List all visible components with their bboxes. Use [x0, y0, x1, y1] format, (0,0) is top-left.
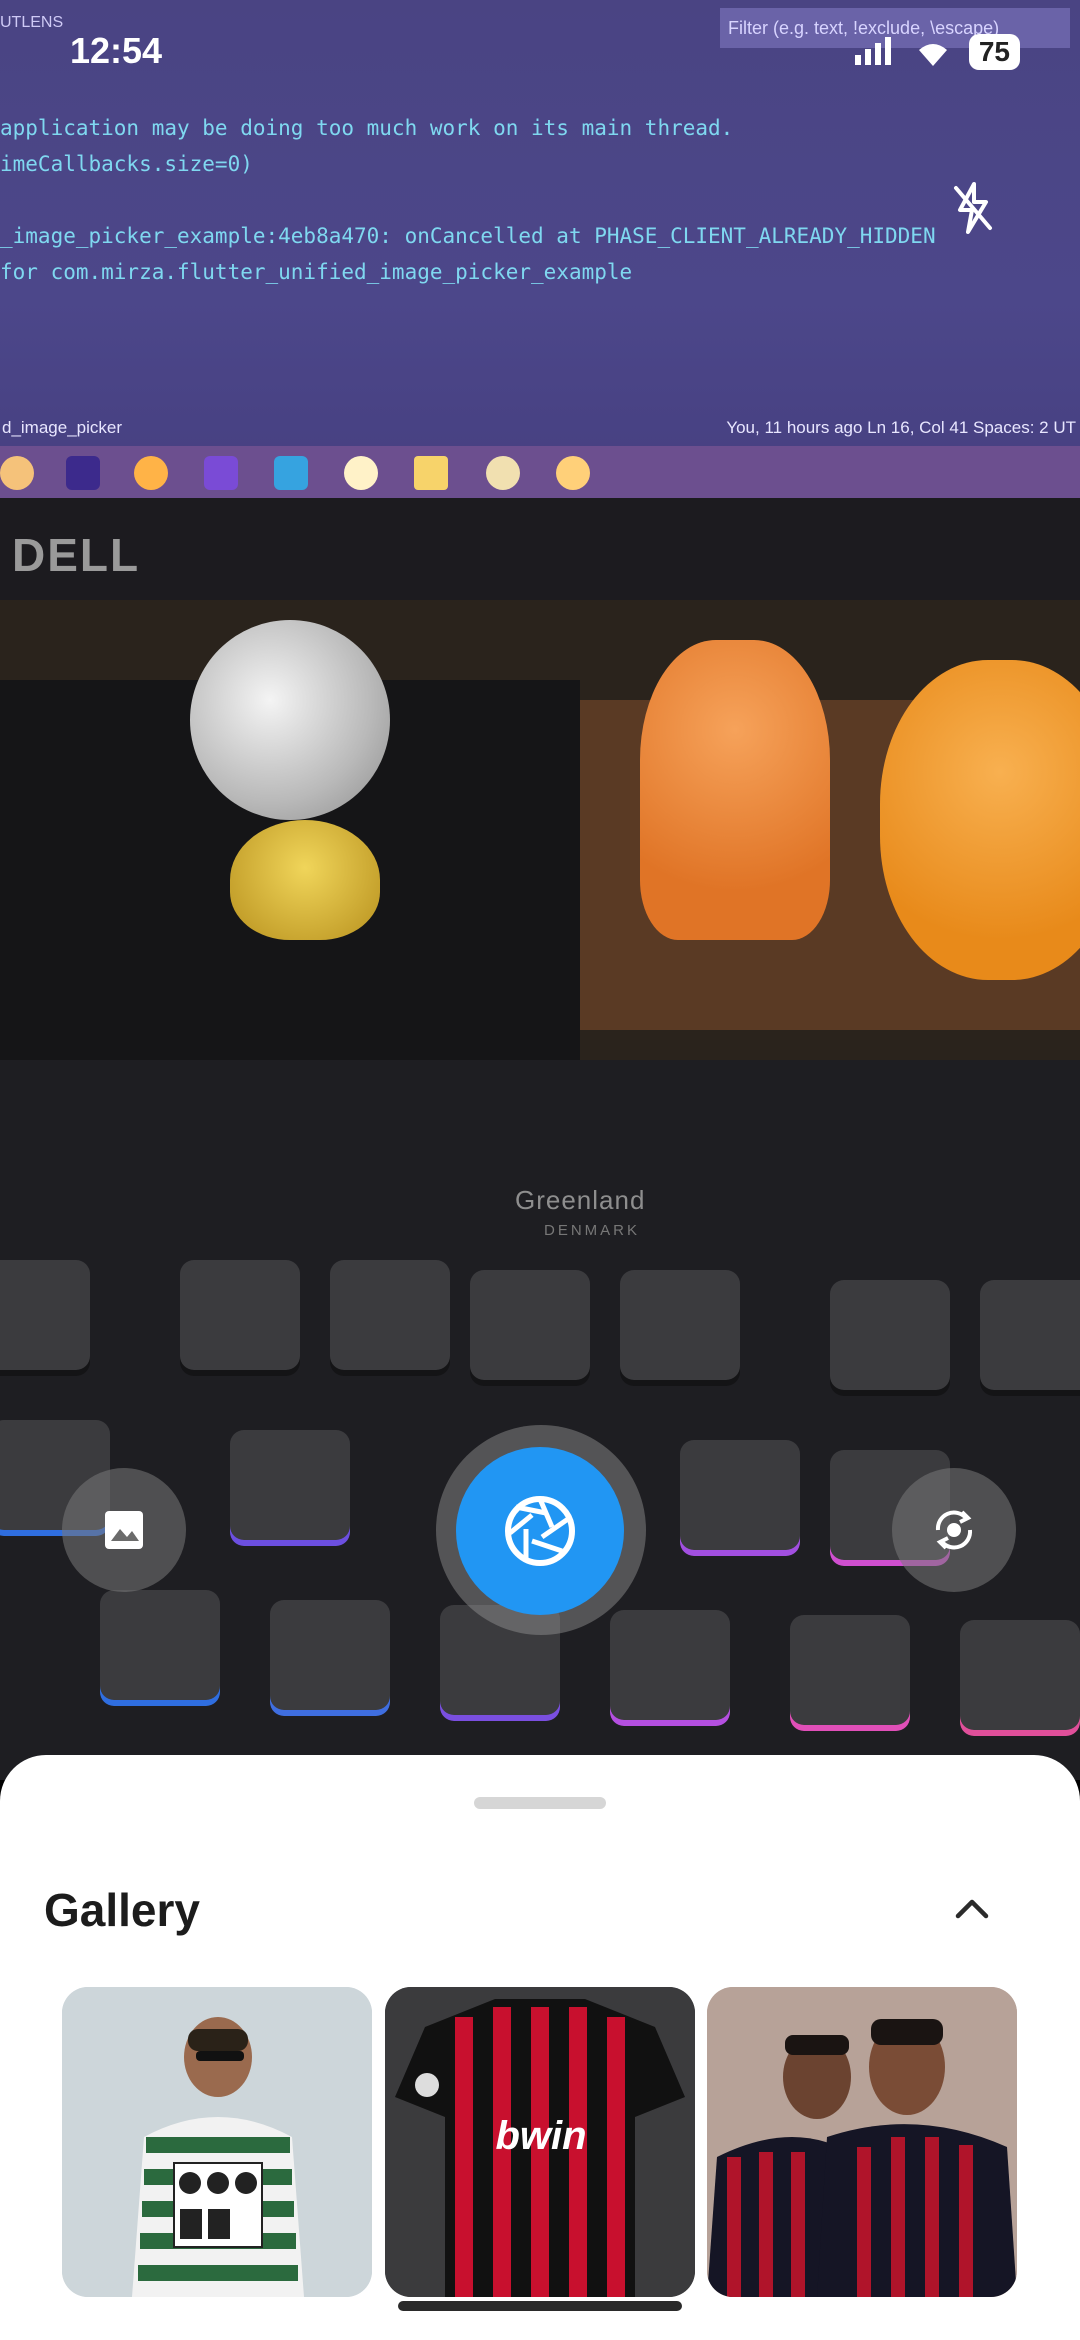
key: [960, 1620, 1080, 1730]
open-gallery-button[interactable]: [62, 1468, 186, 1592]
image-icon: [105, 1511, 143, 1549]
key: [680, 1440, 800, 1550]
gallery-thumbnail[interactable]: [707, 1987, 1017, 2297]
globe-stand: [230, 820, 380, 940]
key: [230, 1430, 350, 1540]
monitor-bezel: DELL: [0, 498, 1080, 608]
code-output: application may be doing too much work o…: [0, 110, 1080, 290]
globe: [190, 620, 390, 820]
flash-toggle-button[interactable]: [948, 182, 998, 234]
gallery-title: Gallery: [44, 1884, 200, 1936]
taskbar-app-icon: [486, 456, 520, 490]
editor-statusline: d_image_picker You, 11 hours ago Ln 16, …: [0, 410, 1080, 446]
tiger-figurine: [640, 640, 830, 940]
key: [270, 1600, 390, 1710]
keyboard: [0, 1060, 1080, 1780]
code-line: for com.mirza.flutter_unified_image_pick…: [0, 260, 633, 284]
taskbar-app-icon: [204, 456, 238, 490]
key: [470, 1270, 590, 1380]
key: [330, 1260, 450, 1370]
taskbar-app-icon: [66, 456, 100, 490]
code-line: application may be doing too much work o…: [0, 116, 734, 140]
key: [980, 1280, 1080, 1390]
sheet-drag-handle[interactable]: [474, 1797, 606, 1809]
camera-switch-icon: [935, 1510, 973, 1550]
monitor-brand: DELL: [12, 529, 141, 581]
statusline-right: You, 11 hours ago Ln 16, Col 41 Spaces: …: [726, 418, 1076, 437]
taskbar-app-icon: [556, 456, 590, 490]
photo-two-friends-selfie: [707, 1987, 1017, 2297]
code-line: _image_picker_example:4eb8a470: onCancel…: [0, 224, 936, 248]
status-icons: 75: [853, 34, 1020, 70]
gallery-thumbnail[interactable]: bwin: [385, 1987, 695, 2297]
sponsor-text: bwin: [495, 2114, 586, 2158]
gallery-sheet: Gallery bwin: [0, 1755, 1080, 2340]
flash-off-icon: [954, 182, 992, 234]
chevron-up-icon: [955, 1899, 989, 1919]
taskbar-app-icon: [0, 456, 34, 490]
code-line: imeCallbacks.size=0): [0, 152, 253, 176]
key: [180, 1260, 300, 1370]
taskbar-app-icon: [414, 456, 448, 490]
statusline-left: d_image_picker: [2, 418, 123, 437]
taskbar-app-icon: [134, 456, 168, 490]
shutter-button[interactable]: [456, 1447, 624, 1615]
key: [790, 1615, 910, 1725]
taskbar: [0, 446, 1080, 498]
home-indicator[interactable]: [398, 2301, 682, 2311]
signal-icon: [854, 37, 891, 65]
lion-figurine: [880, 660, 1080, 980]
taskbar-app-icon: [274, 456, 308, 490]
collapse-gallery-button[interactable]: [940, 1877, 1004, 1941]
key: [0, 1260, 90, 1370]
status-bar: 12:54 75: [0, 0, 1080, 100]
keyboard-brand: Greenland: [515, 1185, 646, 1215]
wifi-icon: [918, 44, 947, 66]
photo-man-sporting-jersey: [62, 1987, 372, 2297]
key: [830, 1280, 950, 1390]
keyboard-sub: DENMARK: [544, 1222, 641, 1239]
key: [100, 1590, 220, 1700]
switch-camera-button[interactable]: [892, 1468, 1016, 1592]
status-time: 12:54: [70, 30, 163, 71]
taskbar-app-icon: [344, 456, 378, 490]
photo-ac-milan-jersey: bwin: [385, 1987, 695, 2297]
gallery-thumbnail[interactable]: [62, 1987, 372, 2297]
key: [610, 1610, 730, 1720]
key: [620, 1270, 740, 1380]
aperture-icon: [505, 1496, 575, 1566]
battery-icon: 75: [968, 34, 1020, 70]
